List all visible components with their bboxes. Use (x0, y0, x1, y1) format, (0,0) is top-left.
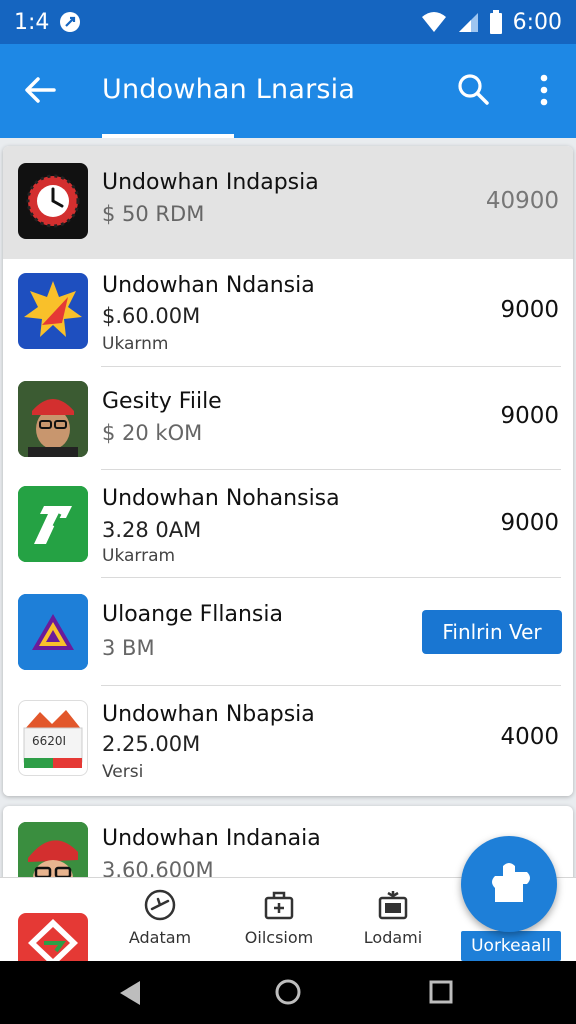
nav-label: Oilcsiom (244, 928, 314, 947)
list-item-subtitle: $ 20 kOM (102, 421, 203, 445)
nav-item-oilcsiom[interactable]: Oilcsiom (229, 888, 329, 947)
calendar-app-icon: 6620I (18, 700, 88, 776)
system-nav-bar (0, 961, 576, 1024)
more-vert-icon[interactable] (530, 72, 558, 108)
search-icon[interactable] (456, 72, 490, 106)
nav-item-adatam[interactable]: Adatam (110, 888, 210, 947)
list-item-subtitle: $ 50 RDM (102, 202, 205, 226)
back-icon[interactable] (22, 72, 58, 108)
arrow-app-icon (18, 486, 88, 562)
status-right: 6:00 (421, 10, 562, 35)
list-item-subtitle: 2.25.00M (102, 732, 201, 756)
list-item-title: Undowhan Nohansisa (102, 486, 340, 511)
list-item-value: 9000 (500, 297, 559, 323)
app-list-card: Undowhan Indapsia $ 50 RDM 40900 Undowha… (3, 146, 573, 796)
triangle-app-icon (18, 594, 88, 670)
status-time-right: 6:00 (512, 9, 562, 35)
list-item[interactable]: Undowhan Nohansisa 3.28 0AM Ukarram 9000 (3, 470, 573, 578)
wifi-icon (421, 12, 446, 32)
signal-icon (458, 13, 478, 32)
list-item[interactable]: Uloange Fllansia 3 BM Finlrin Ver (3, 578, 573, 686)
list-item-meta: Versi (102, 762, 144, 782)
list-item-title: Undowhan Indanaia (102, 826, 321, 851)
list-item-subtitle: 3 BM (102, 636, 155, 660)
list-item-meta: Ukarram (102, 546, 176, 566)
list-item[interactable]: 6620I Undowhan Nbapsia 2.25.00M Versi 40… (3, 686, 573, 796)
list-item[interactable]: Undowhan Ndansia $.60.00M Ukarnm 9000 (3, 259, 573, 367)
list-item-subtitle: 3.28 0AM (102, 518, 202, 542)
fab-button[interactable] (461, 836, 557, 932)
status-bar: 1:4 6:00 (0, 0, 576, 44)
battery-icon (489, 10, 502, 34)
compass-icon (144, 889, 176, 921)
list-item-value: 40900 (485, 188, 559, 214)
clock-app-icon (18, 163, 88, 239)
notification-icon (60, 12, 81, 32)
app-bar: Undowhan Lnarsia (0, 44, 576, 138)
list-item-value: 9000 (500, 403, 559, 429)
puzzle-icon (492, 863, 530, 902)
list-item-title: Undowhan Indapsia (102, 170, 319, 195)
nav-item-active-label[interactable]: Uorkeaall (461, 931, 561, 961)
page-title: Undowhan Lnarsia (102, 74, 356, 105)
home-nav-icon[interactable] (274, 978, 302, 1006)
status-time-left: 1:4 (14, 9, 50, 35)
status-left: 1:4 (14, 10, 81, 35)
list-item-meta: Ukarnm (102, 334, 169, 354)
nav-label: Adatam (128, 928, 192, 947)
tab-indicator (102, 134, 234, 138)
list-item-title: Undowhan Ndansia (102, 273, 315, 298)
list-item[interactable]: Undowhan Indapsia $ 50 RDM 40900 (3, 146, 573, 259)
tv-icon (378, 891, 408, 920)
list-item[interactable]: Gesity Fiile $ 20 kOM 9000 (3, 367, 573, 470)
avatar-app-icon (18, 381, 88, 457)
list-item-title: Undowhan Nbapsia (102, 702, 315, 727)
list-item-subtitle: $.60.00M (102, 304, 201, 328)
recents-nav-icon[interactable] (428, 979, 454, 1005)
briefcase-icon (264, 891, 294, 920)
list-item-title: Uloange Fllansia (102, 602, 283, 627)
nav-label: Lodami (363, 928, 423, 947)
list-item-value: 9000 (500, 510, 559, 536)
install-button[interactable]: Finlrin Ver (422, 610, 562, 654)
calendar-icon-label: 6620I (32, 734, 67, 748)
list-item-title: Gesity Fiile (102, 389, 222, 414)
back-nav-icon[interactable] (118, 979, 144, 1007)
list-item-value: 4000 (500, 724, 559, 750)
sun-app-icon (18, 273, 88, 349)
nav-item-lodami[interactable]: Lodami (343, 888, 443, 947)
